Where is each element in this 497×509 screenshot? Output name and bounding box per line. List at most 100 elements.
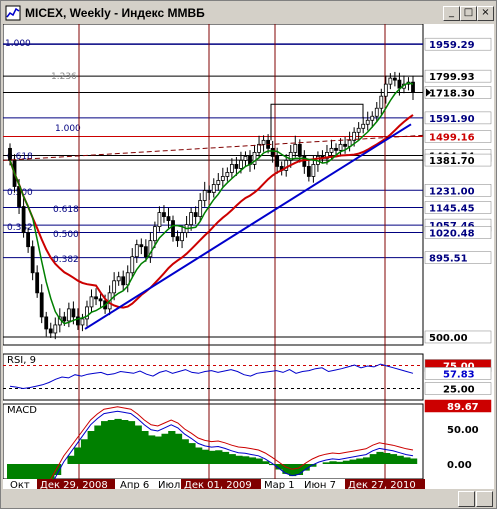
price-tag-label: 1231.00 <box>429 186 475 197</box>
chart-area[interactable]: 1.0001.2361.0000.6180.5000.3820.6180.500… <box>2 23 494 509</box>
window-title: MICEX, Weekly - Индекс ММВБ <box>25 6 205 20</box>
candle-body <box>175 236 180 242</box>
candle-body <box>356 127 361 133</box>
macd-histogram-bar <box>107 420 115 464</box>
candle-body <box>306 166 311 177</box>
price-tag-label: 1499.16 <box>429 132 475 143</box>
macd-histogram-bar <box>362 457 371 464</box>
candle-body <box>30 246 35 274</box>
title-bar[interactable]: MICEX, Weekly - Индекс ММВБ _ □ × <box>3 3 494 23</box>
macd-histogram-bar <box>161 433 169 464</box>
candle-body <box>211 184 216 193</box>
fib-label: 0.618 <box>53 205 79 215</box>
minimize-button[interactable]: _ <box>443 6 460 21</box>
candle-body <box>121 276 126 286</box>
candle-body <box>229 164 234 173</box>
time-axis-label: Июл <box>158 480 180 489</box>
macd-histogram-bar <box>121 420 129 464</box>
candle-body <box>94 296 98 300</box>
fib-label: 0.500 <box>53 230 79 240</box>
macd-panel-title: MACD <box>7 405 37 416</box>
macd-histogram-bar <box>329 461 337 464</box>
candle-body <box>143 246 148 258</box>
price-tag-label: 1381.70 <box>429 156 475 167</box>
macd-histogram-bar <box>349 459 357 464</box>
macd-histogram-bar <box>262 461 270 464</box>
price-tag-label: 1799.93 <box>429 72 475 83</box>
time-axis-label: Дек 27, 2010 <box>348 480 416 489</box>
candle-body <box>71 308 76 318</box>
macd-histogram-bar <box>195 447 203 464</box>
macd-histogram-bar <box>127 421 136 464</box>
candle-body <box>202 190 207 201</box>
macd-histogram-bar <box>228 454 236 464</box>
candle-body <box>311 164 316 177</box>
candle-body <box>116 276 121 282</box>
candle-body <box>338 143 343 151</box>
candle-body <box>166 216 171 222</box>
rsi-panel <box>2 353 424 401</box>
macd-histogram-bar <box>242 456 250 464</box>
candle-body <box>261 139 266 145</box>
price-tag-label: 1020.48 <box>429 229 475 240</box>
candle-body <box>152 226 157 242</box>
macd-histogram-bar <box>201 449 209 464</box>
macd-histogram-bar <box>181 439 189 464</box>
candle-body <box>216 180 221 185</box>
macd-histogram-bar <box>168 431 176 464</box>
macd-histogram-bar <box>134 425 142 464</box>
price-tag-label: 895.51 <box>429 254 468 265</box>
macd-histogram-bar <box>87 431 95 464</box>
candle-body <box>293 143 298 153</box>
macd-histogram-bar <box>154 436 162 464</box>
price-tag-label: 1145.45 <box>429 203 475 214</box>
macd-histogram-bar <box>248 457 257 464</box>
candle-body <box>343 143 347 147</box>
macd-histogram-bar <box>174 433 183 464</box>
candle-body <box>8 147 12 161</box>
rsi-level-label: 25.00 <box>443 385 475 396</box>
candle-body <box>80 318 85 326</box>
candle-body <box>62 316 67 322</box>
price-tag-label: 1591.90 <box>429 114 475 125</box>
candle-body <box>35 272 40 294</box>
candle-body <box>189 212 194 226</box>
candle-body <box>207 190 212 193</box>
maximize-button[interactable]: □ <box>460 6 477 21</box>
horizontal-scrollbar[interactable] <box>3 490 494 507</box>
candle-body <box>243 155 248 161</box>
candle-body <box>198 200 203 217</box>
candle-body <box>275 155 280 167</box>
macd-histogram-bar <box>383 453 391 464</box>
macd-histogram-bar <box>67 455 75 464</box>
macd-histogram-bar <box>221 451 230 464</box>
candle-body <box>130 256 135 274</box>
macd-histogram-bar <box>94 425 102 464</box>
macd-histogram-bar <box>356 458 364 464</box>
time-axis-label: Мар 1 <box>264 480 295 489</box>
close-button[interactable]: × <box>477 6 494 21</box>
candle-body <box>329 147 334 153</box>
macd-histogram-bar <box>74 447 82 464</box>
macd-level-label: 50.00 <box>447 425 479 436</box>
time-axis-label: Дек 29, 2008 <box>40 480 108 489</box>
macd-histogram-bar <box>289 464 297 477</box>
scroll-fit-button[interactable] <box>458 491 475 507</box>
candle-body <box>26 232 31 248</box>
macd-histogram-bar <box>322 462 330 464</box>
candle-body <box>297 143 302 157</box>
macd-histogram-bar <box>342 460 351 464</box>
price-tag-label: 1718.30 <box>429 89 475 100</box>
chart-canvas[interactable]: 1.0001.2361.0000.6180.5000.3820.6180.500… <box>2 23 494 509</box>
candle-body <box>270 147 275 157</box>
candle-body <box>239 160 243 169</box>
candle-body <box>89 296 94 308</box>
scroll-right-button[interactable] <box>476 491 493 507</box>
candle-body <box>370 115 375 121</box>
macd-level-label: 89.67 <box>447 402 479 413</box>
candle-body <box>171 220 175 238</box>
candle-body <box>392 77 397 81</box>
macd-histogram-bar <box>336 461 344 464</box>
candle-body <box>220 176 225 181</box>
candle-body <box>112 280 117 294</box>
